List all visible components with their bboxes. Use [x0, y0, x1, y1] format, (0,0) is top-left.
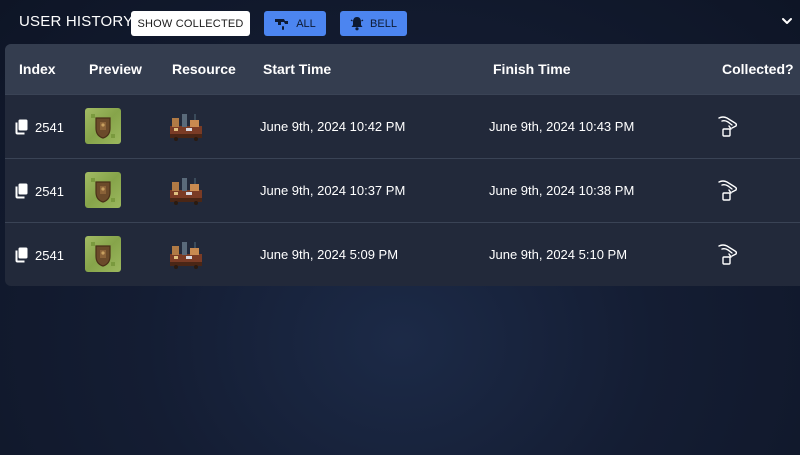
show-collected-label: SHOW COLLECTED [137, 17, 244, 30]
copy-icon[interactable] [14, 183, 29, 199]
faucet-icon [274, 17, 290, 31]
preview-image [85, 108, 121, 144]
hand-tap-icon[interactable] [717, 178, 741, 205]
resource-image [168, 236, 204, 272]
page-title: USER HISTORY [19, 13, 134, 30]
start-time: June 9th, 2024 5:09 PM [260, 247, 399, 262]
finish-time: June 9th, 2024 5:10 PM [489, 247, 628, 262]
resource-image [168, 172, 204, 208]
copy-icon[interactable] [14, 119, 29, 135]
column-collected: Collected? [722, 61, 794, 77]
chevron-down-icon[interactable] [780, 14, 794, 26]
finish-time: June 9th, 2024 10:38 PM [489, 183, 635, 198]
index-value: 2541 [35, 183, 64, 199]
table-header: Index Preview Resource Start Time Finish… [5, 44, 800, 94]
start-time: June 9th, 2024 10:37 PM [260, 183, 406, 198]
index-value: 2541 [35, 247, 64, 263]
table-row: 2541 June 9th, 2024 5:09 PM June 9th, 20… [5, 222, 800, 286]
column-preview: Preview [89, 61, 142, 77]
hand-tap-icon[interactable] [717, 242, 741, 269]
filter-bell-label: BELL [370, 17, 397, 30]
index-cell: 2541 [14, 119, 64, 135]
table-row: 2541 June 9th, 2024 10:42 PM June 9th, 2… [5, 94, 800, 158]
filter-all-button[interactable]: ALL [264, 11, 326, 36]
filter-all-label: ALL [296, 17, 316, 30]
preview-image [85, 236, 121, 272]
column-index: Index [19, 61, 56, 77]
column-finish-time: Finish Time [493, 61, 571, 77]
filter-bell-button[interactable]: BELL [340, 11, 407, 36]
index-cell: 2541 [14, 183, 64, 199]
finish-time: June 9th, 2024 10:43 PM [489, 119, 635, 134]
top-bar: USER HISTORY SHOW COLLECTED ALL BELL [0, 0, 800, 44]
hand-tap-icon[interactable] [717, 114, 741, 141]
preview-image [85, 172, 121, 208]
show-collected-button[interactable]: SHOW COLLECTED [131, 11, 250, 36]
bell-icon [350, 16, 364, 31]
index-value: 2541 [35, 119, 64, 135]
column-resource: Resource [172, 61, 236, 77]
history-table: Index Preview Resource Start Time Finish… [5, 44, 800, 286]
copy-icon[interactable] [14, 247, 29, 263]
resource-image [168, 108, 204, 144]
start-time: June 9th, 2024 10:42 PM [260, 119, 406, 134]
index-cell: 2541 [14, 247, 64, 263]
column-start-time: Start Time [263, 61, 332, 77]
table-row: 2541 June 9th, 2024 10:37 PM June 9th, 2… [5, 158, 800, 222]
